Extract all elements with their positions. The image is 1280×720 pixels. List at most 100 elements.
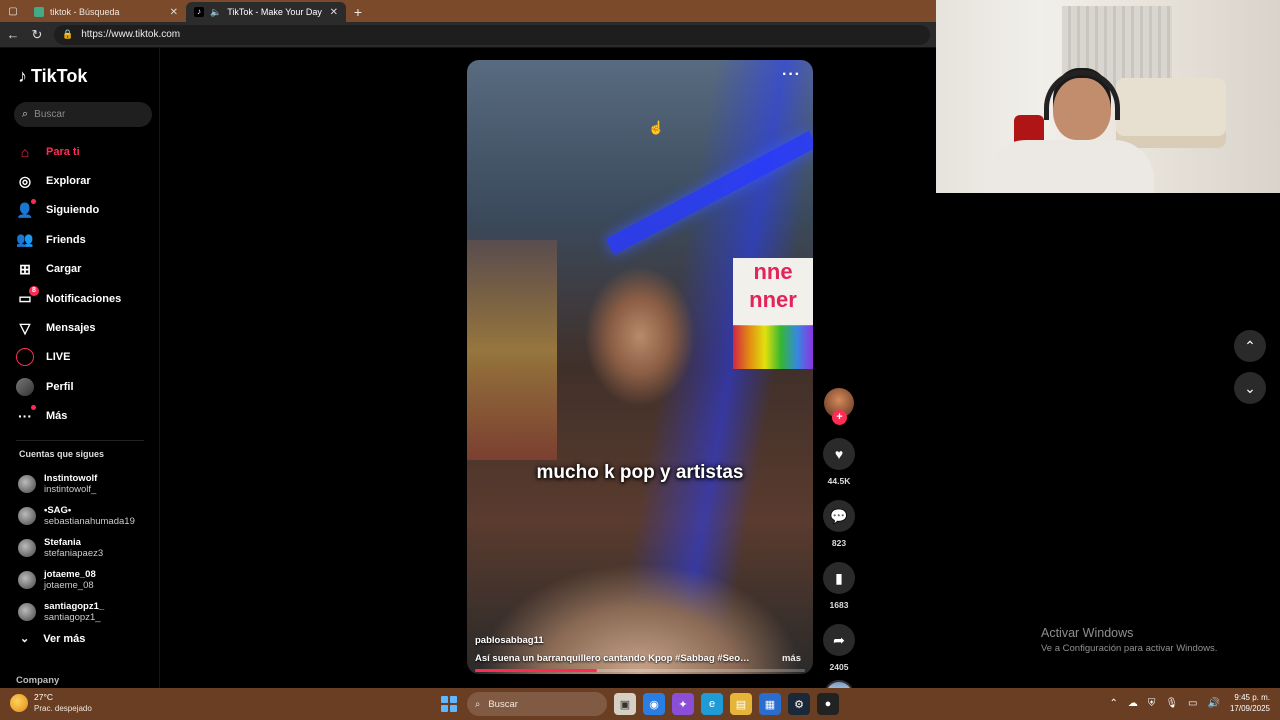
- following-account[interactable]: jotaeme_08 jotaeme_08: [18, 564, 158, 596]
- previous-video-button[interactable]: ⌃: [1234, 330, 1266, 362]
- edge-icon[interactable]: e: [701, 693, 723, 715]
- volume-icon[interactable]: 🔊: [1208, 698, 1220, 709]
- share-icon[interactable]: ➦: [823, 624, 855, 656]
- nav-cargar[interactable]: ⊞ Cargar: [16, 255, 156, 284]
- taskbar-search[interactable]: ⌕ Buscar: [467, 692, 607, 716]
- video-caption-overlay: mucho k pop y artistas: [536, 462, 744, 483]
- screen: ▢ tiktok - Búsqueda ✕ ♪ 🔈 TikTok - Make …: [0, 0, 1280, 720]
- tab-search[interactable]: tiktok - Búsqueda ✕: [26, 2, 186, 22]
- nav-explorar[interactable]: ◎ Explorar: [16, 166, 156, 195]
- following-account[interactable]: santiagopz1_ santiagopz1_: [18, 596, 158, 628]
- close-tab-icon[interactable]: ✕: [330, 7, 338, 18]
- following-account[interactable]: •SAG• sebastianahumada19: [18, 500, 158, 532]
- obs-icon[interactable]: ●: [817, 693, 839, 715]
- account-name: •SAG•: [44, 505, 72, 516]
- url-field[interactable]: 🔒 https://www.tiktok.com: [54, 24, 930, 45]
- video-scene-sign: nne nner: [733, 258, 813, 326]
- webcam-person-body: [986, 140, 1154, 193]
- microphone-icon[interactable]: 🎙: [1165, 698, 1178, 709]
- nav-label: Explorar: [46, 175, 91, 188]
- new-tab-button[interactable]: +: [346, 2, 370, 22]
- start-button[interactable]: [438, 693, 460, 715]
- notifications-icon: ▭ 8: [16, 285, 39, 308]
- tiktok-tab-icon: ♪: [194, 7, 204, 17]
- nav-para-ti[interactable]: ⌂ Para ti: [16, 137, 156, 166]
- more-options-icon[interactable]: ···: [782, 66, 801, 84]
- task-view-icon[interactable]: ▣: [614, 693, 636, 715]
- comment-count: 823: [831, 538, 847, 548]
- clock-date: 17/09/2025: [1229, 704, 1270, 713]
- chrome-icon[interactable]: ◉: [643, 693, 665, 715]
- unread-dot: [31, 405, 36, 411]
- main-nav: ⌂ Para ti ◎ Explorar 👤 Siguiendo 👥 Frien…: [16, 137, 156, 431]
- share-action: ➦ 2405: [822, 624, 856, 672]
- defender-icon[interactable]: ⛨: [1148, 698, 1156, 709]
- nav-mensajes[interactable]: ▽ Mensajes: [16, 313, 156, 342]
- more-icon: ···: [16, 405, 36, 425]
- comment-action: 💬 823: [822, 500, 856, 548]
- nav-label: Notificaciones: [46, 292, 122, 305]
- account-username: stefaniapaez3: [44, 548, 104, 559]
- search-box[interactable]: ⌕: [14, 102, 152, 127]
- heart-icon[interactable]: ♥: [823, 438, 855, 470]
- nav-label: Friends: [46, 233, 86, 246]
- next-video-button[interactable]: ⌄: [1234, 372, 1266, 404]
- comment-icon[interactable]: 💬: [823, 500, 855, 532]
- following-account[interactable]: Stefania stefaniapaez3: [18, 532, 158, 564]
- description-more-button[interactable]: más: [782, 653, 801, 664]
- video-actions: + ♥ 44.5K 💬 823 ▮ 1683 ➦ 2405: [822, 388, 856, 710]
- creator-avatar[interactable]: +: [824, 388, 854, 425]
- nav-label: Siguiendo: [46, 204, 100, 217]
- account-username: santiagopz1_: [44, 612, 101, 623]
- speaker-icon[interactable]: 🔈: [210, 7, 221, 18]
- chevron-up-icon[interactable]: ⌃: [1109, 698, 1117, 709]
- nav-label: LIVE: [46, 351, 71, 364]
- clock[interactable]: 9:45 p. m. 17/09/2025: [1230, 692, 1270, 714]
- steam-icon[interactable]: ⚙: [788, 693, 810, 715]
- tab-actions-menu-icon[interactable]: ▢: [0, 0, 26, 22]
- onedrive-icon[interactable]: ☁: [1128, 698, 1138, 709]
- file-explorer-icon[interactable]: ▤: [730, 693, 752, 715]
- account-name: jotaeme_08: [44, 569, 96, 580]
- system-tray: ⌃ ☁ ⛨ 🎙 ▭ 🔊 9:45 p. m. 17/09/2025: [1109, 692, 1270, 714]
- save-count: 1683: [829, 600, 849, 610]
- account-name: Stefania: [44, 537, 81, 548]
- activation-subtitle: Ve a Configuración para activar Windows.: [1041, 643, 1218, 654]
- following-account[interactable]: Instintowolf instintowolf_: [18, 468, 158, 500]
- bookmark-icon[interactable]: ▮: [823, 562, 855, 594]
- back-icon[interactable]: ←: [6, 27, 20, 42]
- messages-icon: ▽: [19, 319, 31, 336]
- compass-icon: ◎: [18, 172, 32, 189]
- video-player[interactable]: nne nner ··· mucho k pop y artistas pablo…: [467, 60, 813, 674]
- copilot-icon[interactable]: ✦: [672, 693, 694, 715]
- nav-siguiendo[interactable]: 👤 Siguiendo: [16, 196, 156, 225]
- video-progress-fill: [475, 669, 598, 672]
- see-more-label: Ver más: [43, 632, 86, 645]
- video-progress-bar[interactable]: [475, 669, 805, 672]
- tab-tiktok[interactable]: ♪ 🔈 TikTok - Make Your Day ✕: [186, 2, 346, 22]
- store-icon[interactable]: ▦: [759, 693, 781, 715]
- search-input[interactable]: [34, 109, 135, 120]
- nav-notificaciones[interactable]: ▭ 8 Notificaciones: [16, 284, 156, 313]
- following-icon: 👤: [16, 199, 36, 219]
- mouse-cursor-icon: ☝: [648, 120, 665, 135]
- nav-live[interactable]: LIVE: [16, 343, 156, 372]
- chevron-up-icon: ⌃: [1244, 337, 1256, 354]
- follow-plus-icon[interactable]: +: [832, 410, 847, 425]
- weather-widget[interactable]: 27°C Prac. despejado: [10, 692, 92, 714]
- following-title: Cuentas que sigues: [19, 449, 105, 459]
- account-username: instintowolf_: [44, 484, 97, 495]
- nav-friends[interactable]: 👥 Friends: [16, 225, 156, 254]
- close-tab-icon[interactable]: ✕: [170, 7, 178, 18]
- nav-perfil[interactable]: Perfil: [16, 372, 156, 401]
- friends-icon: 👥: [16, 231, 34, 248]
- webcam-overlay: [936, 0, 1280, 193]
- nav-mas[interactable]: ··· Más: [16, 402, 156, 431]
- network-icon[interactable]: ▭: [1188, 698, 1197, 709]
- reload-icon[interactable]: ↻: [30, 27, 44, 43]
- tiktok-logo[interactable]: ♪ TikTok: [18, 66, 87, 87]
- clock-time: 9:45 p. m.: [1234, 693, 1270, 702]
- company-link[interactable]: Company: [16, 675, 59, 686]
- video-author[interactable]: pablosabbag11: [475, 635, 544, 646]
- see-more-button[interactable]: ⌄ Ver más: [20, 632, 86, 646]
